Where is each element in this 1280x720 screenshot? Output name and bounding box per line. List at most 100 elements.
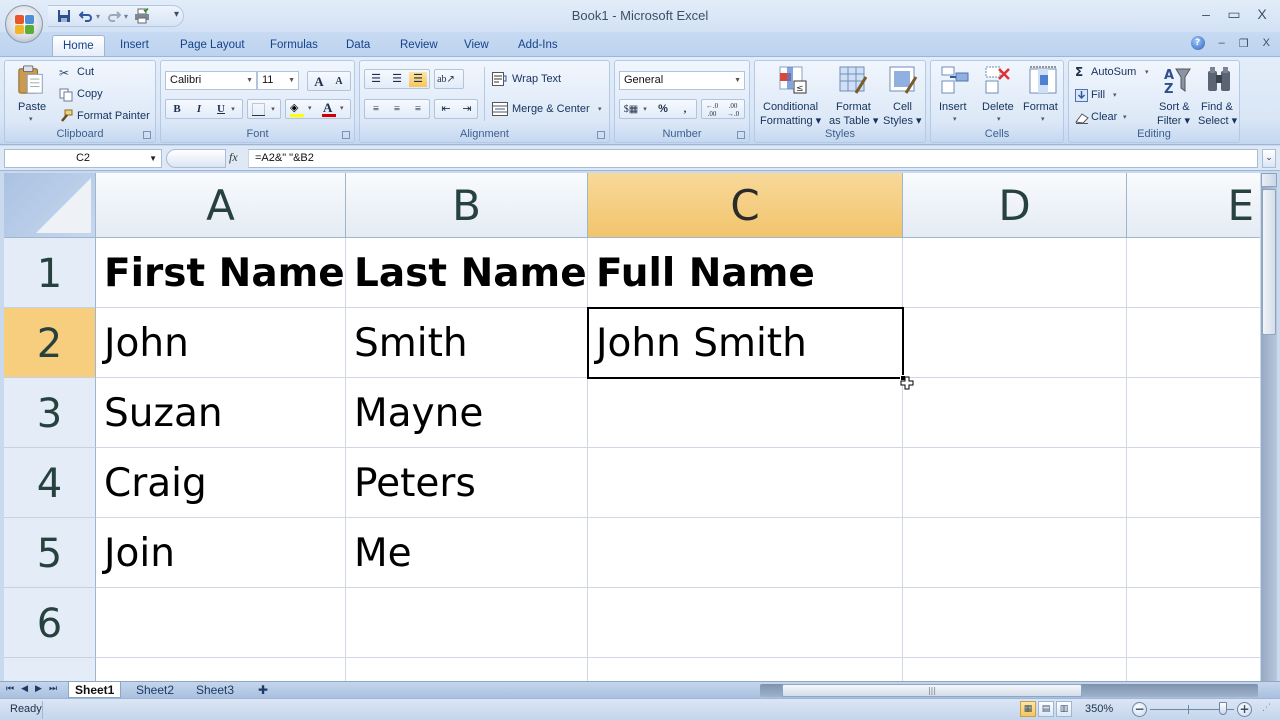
align-left-icon[interactable]: ≡ [367, 102, 385, 117]
cell-b1[interactable]: Last Name [346, 238, 588, 308]
cell-d2[interactable] [903, 308, 1127, 378]
row-header-6[interactable]: 6 [4, 588, 96, 658]
cell-e7[interactable] [1127, 658, 1260, 681]
close-button[interactable]: X [1254, 6, 1270, 22]
font-size-select[interactable]: 11 ▼ [257, 71, 299, 90]
accounting-dropdown-icon[interactable]: ▾ [640, 102, 650, 117]
italic-button[interactable]: I [190, 102, 208, 117]
cell-d1[interactable] [903, 238, 1127, 308]
tab-add-ins[interactable]: Add-Ins [508, 35, 568, 56]
sort-filter-button[interactable]: AZ Sort & Filter ▾ [1155, 63, 1197, 127]
cell-b6[interactable] [346, 588, 588, 658]
align-right-icon[interactable]: ≡ [409, 102, 427, 117]
first-sheet-icon[interactable]: ⏮ [6, 684, 14, 694]
formula-input[interactable]: =A2&" "&B2 [248, 149, 1258, 168]
vertical-scrollbar[interactable] [1261, 173, 1277, 681]
last-sheet-icon[interactable]: ⏭ [49, 684, 57, 694]
cell-b2[interactable]: Smith [346, 308, 588, 378]
cut-button[interactable]: ✂ Cut [57, 65, 137, 81]
tab-formulas[interactable]: Formulas [260, 35, 328, 56]
workbook-minimize-button[interactable]: – [1219, 37, 1225, 49]
cell-c7[interactable] [588, 658, 903, 681]
tab-page-layout[interactable]: Page Layout [170, 35, 255, 56]
horizontal-scrollbar[interactable]: ||| [760, 684, 1258, 697]
normal-view-icon[interactable]: ▦ [1020, 701, 1036, 717]
align-center-icon[interactable]: ≡ [388, 102, 406, 117]
column-header-d[interactable]: D [903, 173, 1127, 238]
cell-b4[interactable]: Peters [346, 448, 588, 518]
page-layout-view-icon[interactable]: ▤ [1038, 701, 1054, 717]
sheet-tab-2[interactable]: Sheet2 [130, 682, 180, 698]
cell-e1[interactable] [1127, 238, 1260, 308]
format-as-table-button[interactable]: Format as Table ▾ [827, 63, 879, 127]
accounting-format-icon[interactable]: $▦ [622, 102, 640, 117]
cell-a2[interactable]: John [96, 308, 346, 378]
sheet-tab-1[interactable]: Sheet1 [68, 682, 122, 698]
zoom-level[interactable]: 350% [1085, 703, 1113, 715]
clear-button[interactable]: Clear ▾ [1073, 110, 1143, 126]
row-header-5[interactable]: 5 [4, 518, 96, 588]
paste-button[interactable]: Paste ▾ [9, 63, 53, 125]
cell-a5[interactable]: Join [96, 518, 346, 588]
tab-data[interactable]: Data [336, 35, 380, 56]
orientation-button[interactable]: ab↗ [434, 69, 464, 89]
tab-home[interactable]: Home [52, 35, 105, 56]
minimize-button[interactable]: – [1198, 6, 1214, 22]
column-header-c[interactable]: C [588, 173, 903, 238]
cell-d6[interactable] [903, 588, 1127, 658]
cell-a6[interactable] [96, 588, 346, 658]
row-header-4[interactable]: 4 [4, 448, 96, 518]
alignment-dialog-launcher-icon[interactable] [597, 131, 605, 139]
vertical-scroll-thumb[interactable] [1262, 189, 1276, 335]
increase-decimal-button[interactable]: ←.0 .00 [703, 102, 721, 118]
tab-view[interactable]: View [454, 35, 499, 56]
cell-a1[interactable]: First Name [96, 238, 346, 308]
workbook-close-button[interactable]: X [1263, 37, 1270, 49]
sheet-tab-3[interactable]: Sheet3 [190, 682, 240, 698]
conditional-formatting-button[interactable]: ≤ Conditional Formatting ▾ [757, 63, 825, 127]
cell-a7[interactable] [96, 658, 346, 681]
align-top-icon[interactable]: ☰ [367, 72, 385, 87]
name-box[interactable]: C2 ▼ [4, 149, 162, 168]
page-break-view-icon[interactable]: ▥ [1056, 701, 1072, 717]
number-format-select[interactable]: General ▼ [619, 71, 745, 90]
insert-worksheet-icon[interactable]: ✚ [252, 682, 274, 698]
row-header-1[interactable]: 1 [4, 238, 96, 308]
next-sheet-icon[interactable]: ▶ [35, 684, 42, 694]
zoom-out-icon[interactable]: − [1132, 702, 1147, 717]
delete-cells-button[interactable]: Delete ▾ [977, 63, 1021, 127]
maximize-button[interactable]: ▭ [1226, 6, 1242, 22]
tab-insert[interactable]: Insert [110, 35, 159, 56]
cell-e4[interactable] [1127, 448, 1260, 518]
cell-a3[interactable]: Suzan [96, 378, 346, 448]
zoom-slider-thumb[interactable] [1219, 702, 1227, 715]
grow-font-button[interactable]: A [310, 74, 328, 89]
column-header-e[interactable]: E [1127, 173, 1260, 238]
cell-c5[interactable] [588, 518, 903, 588]
cell-b5[interactable]: Me [346, 518, 588, 588]
bold-button[interactable]: B [168, 102, 186, 117]
cell-d4[interactable] [903, 448, 1127, 518]
cell-c1[interactable]: Full Name [588, 238, 903, 308]
cell-styles-button[interactable]: Cell Styles ▾ [879, 63, 925, 127]
align-bottom-icon[interactable]: ☰ [409, 72, 427, 87]
help-icon[interactable]: ? [1190, 36, 1205, 50]
font-color-button[interactable]: A ▾ [320, 100, 350, 118]
cell-c3[interactable] [588, 378, 903, 448]
copy-button[interactable]: Copy [57, 87, 137, 103]
cell-a4[interactable]: Craig [96, 448, 346, 518]
office-button[interactable] [5, 5, 43, 43]
decrease-decimal-button[interactable]: .00 →.0 [724, 102, 742, 118]
expand-formula-bar-icon[interactable]: ⌄ [1262, 149, 1276, 168]
clipboard-dialog-launcher-icon[interactable] [143, 131, 151, 139]
column-header-b[interactable]: B [346, 173, 588, 238]
workbook-restore-button[interactable]: ❐ [1239, 37, 1249, 50]
cell-b3[interactable]: Mayne [346, 378, 588, 448]
cell-d7[interactable] [903, 658, 1127, 681]
cell-d3[interactable] [903, 378, 1127, 448]
font-dialog-launcher-icon[interactable] [342, 131, 350, 139]
insert-cells-button[interactable]: Insert ▾ [933, 63, 977, 127]
wrap-text-button[interactable]: Wrap Text [490, 71, 580, 89]
cell-c6[interactable] [588, 588, 903, 658]
cell-c4[interactable] [588, 448, 903, 518]
